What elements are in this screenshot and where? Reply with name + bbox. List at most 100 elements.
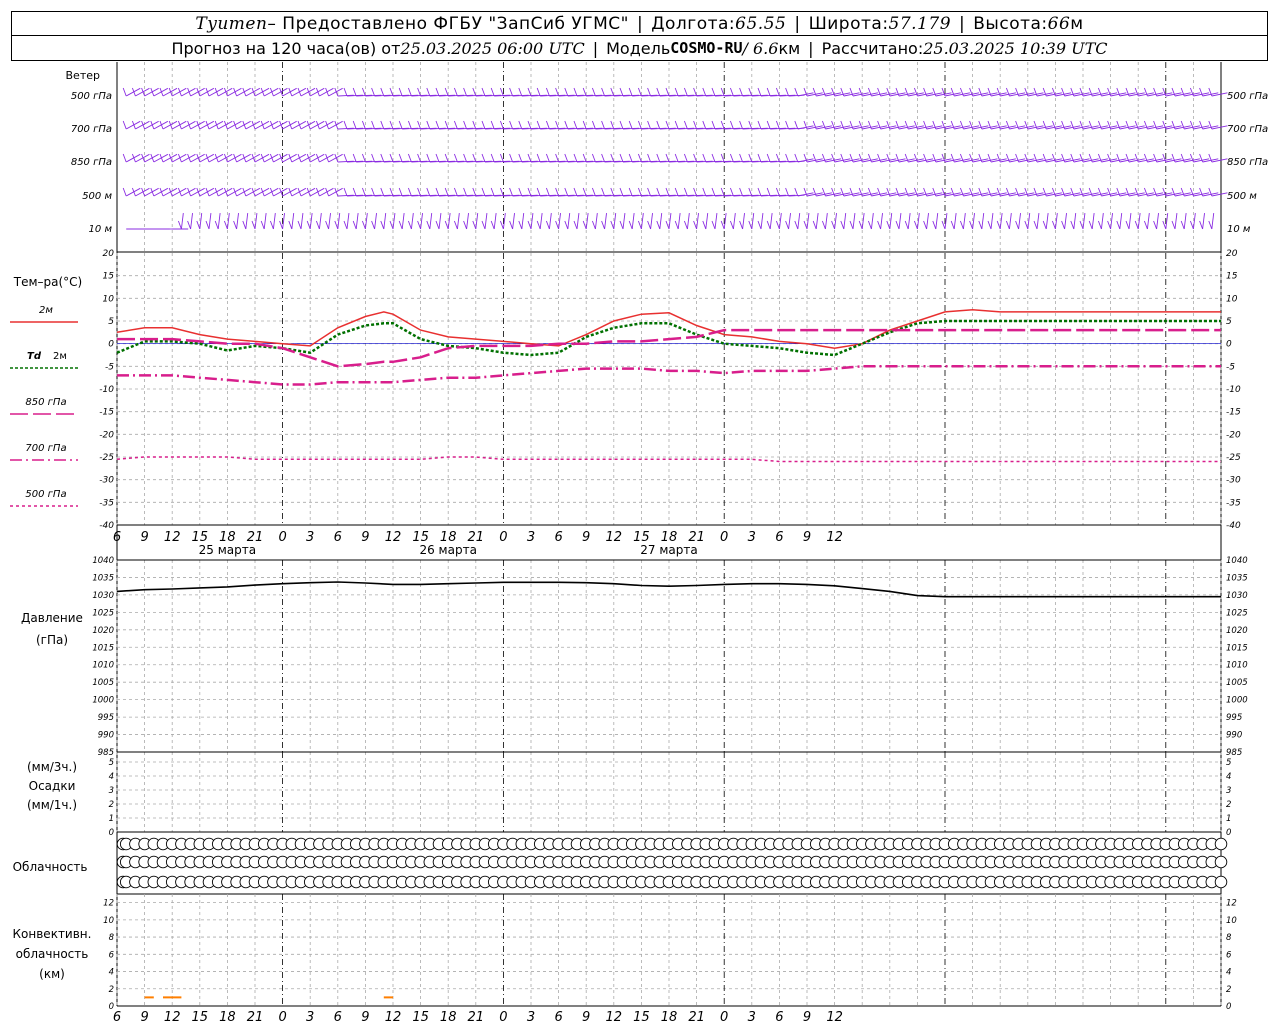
hour-tick: 9 [140,1010,148,1024]
wind-barb [714,213,718,230]
pressure-tick: 1015 [1226,643,1248,653]
wind-barb [619,220,624,230]
wind-barb [1153,220,1158,230]
wind-barb [732,213,736,230]
temp-tick: -10 [99,385,114,395]
pressure-tick: 1005 [92,678,114,688]
wind-barb [1162,220,1167,230]
wind-barb [1008,213,1012,230]
wind-barb [880,213,883,230]
wind-barb [886,220,891,230]
temp-tick: 20 [1226,249,1238,259]
wind-barb [843,213,847,230]
conv-tick: 2 [1226,985,1231,995]
wind-barb [1036,213,1040,230]
wind-barb [1033,220,1038,230]
temp-tick: -15 [99,408,114,418]
wind-barb [1027,213,1031,230]
wind-barb [475,213,479,230]
wind-barb [1171,220,1176,230]
wind-barb [1116,220,1121,230]
wind-barb [831,220,836,230]
hour-tick: 6 [554,1010,562,1024]
wind-barb [972,213,975,230]
hour-tick: 9 [582,530,590,545]
wind-barb [895,220,900,230]
hour-tick: 6 [554,530,562,545]
hour-tick: 3 [527,1010,535,1024]
wind-barb [539,213,543,230]
precip-tick: 1 [1226,814,1231,824]
hour-tick: 15 [633,1010,650,1024]
wind-barb [272,213,276,230]
wind-barb [1137,213,1141,230]
wind-barb [604,213,607,230]
temp-tick: -20 [99,430,114,440]
wind-barb [576,213,580,230]
wind-barb [417,220,422,230]
wind-barb [1192,213,1196,230]
wind-barb [447,213,451,230]
cloud-symbol [1214,855,1228,869]
conv-tick: 10 [103,916,114,926]
wind-barb [374,213,377,230]
wind-barb [1134,220,1139,230]
wind-barb [122,187,127,197]
wind-barb [343,120,348,130]
wind-barb [355,213,359,230]
pressure-tick: 1010 [1226,661,1248,671]
hour-tick: 6 [113,1010,121,1024]
wind-barb [923,220,928,230]
wind-barb [858,220,863,230]
wind-barb [898,213,902,230]
wind-barb [705,213,709,230]
wind-barb [346,213,350,230]
hour-tick: 3 [527,530,535,545]
temp-tick: 15 [1226,272,1238,282]
pressure-tick: 985 [1226,748,1242,758]
wind-barb [999,213,1003,230]
wind-barb [601,220,606,230]
wind-barb [343,187,348,197]
pressure-tick: 995 [98,713,114,723]
pressure-tick: 1015 [92,643,114,653]
wind-barb [803,220,808,230]
wind-barb [1107,220,1112,230]
wind-barb [913,220,918,230]
wind-level-label: 500 м [1227,191,1257,202]
wind-barb [1110,213,1113,230]
hour-tick: 0 [499,1010,507,1024]
wind-barb [852,213,856,230]
wind-barb [466,213,469,230]
wind-barb [380,220,385,230]
hour-tick: 12 [385,1010,402,1024]
precip-tick: 3 [1226,786,1231,796]
pressure-tick: 1005 [1226,678,1248,688]
temp-tick: -35 [1226,498,1241,508]
wind-barb [548,213,552,230]
wind-barb [613,213,617,230]
wind-barb [1042,220,1047,230]
temp-tick: -20 [1226,430,1241,440]
wind-level-label: 850 гПа [71,157,112,168]
hour-tick: 9 [361,1010,369,1024]
wind-barb [190,213,193,230]
wind-barb [1082,213,1086,230]
wind-barb [456,213,460,230]
pressure-tick: 1010 [92,661,114,671]
wind-barb [398,220,403,230]
wind-barb [1045,213,1049,230]
hour-tick: 9 [582,1010,590,1024]
temp-tick: -25 [1226,453,1241,463]
wind-barb [622,213,626,230]
precip-title: Осадки [29,779,76,793]
temp-tick: 15 [103,272,115,282]
hour-tick: 6 [775,1010,783,1024]
meteogram: Ветер 500 гПа 500 гПа 700 гПа 700 гПа 850 гПа… [10,62,1268,1024]
pressure-tick: 990 [1226,731,1242,741]
wind-barb [245,213,249,230]
wind-barb [291,213,295,230]
wind-barb [269,220,274,230]
legend-label: 700 гПа [25,443,66,454]
wind-level-label: 700 гПа [1227,124,1268,135]
